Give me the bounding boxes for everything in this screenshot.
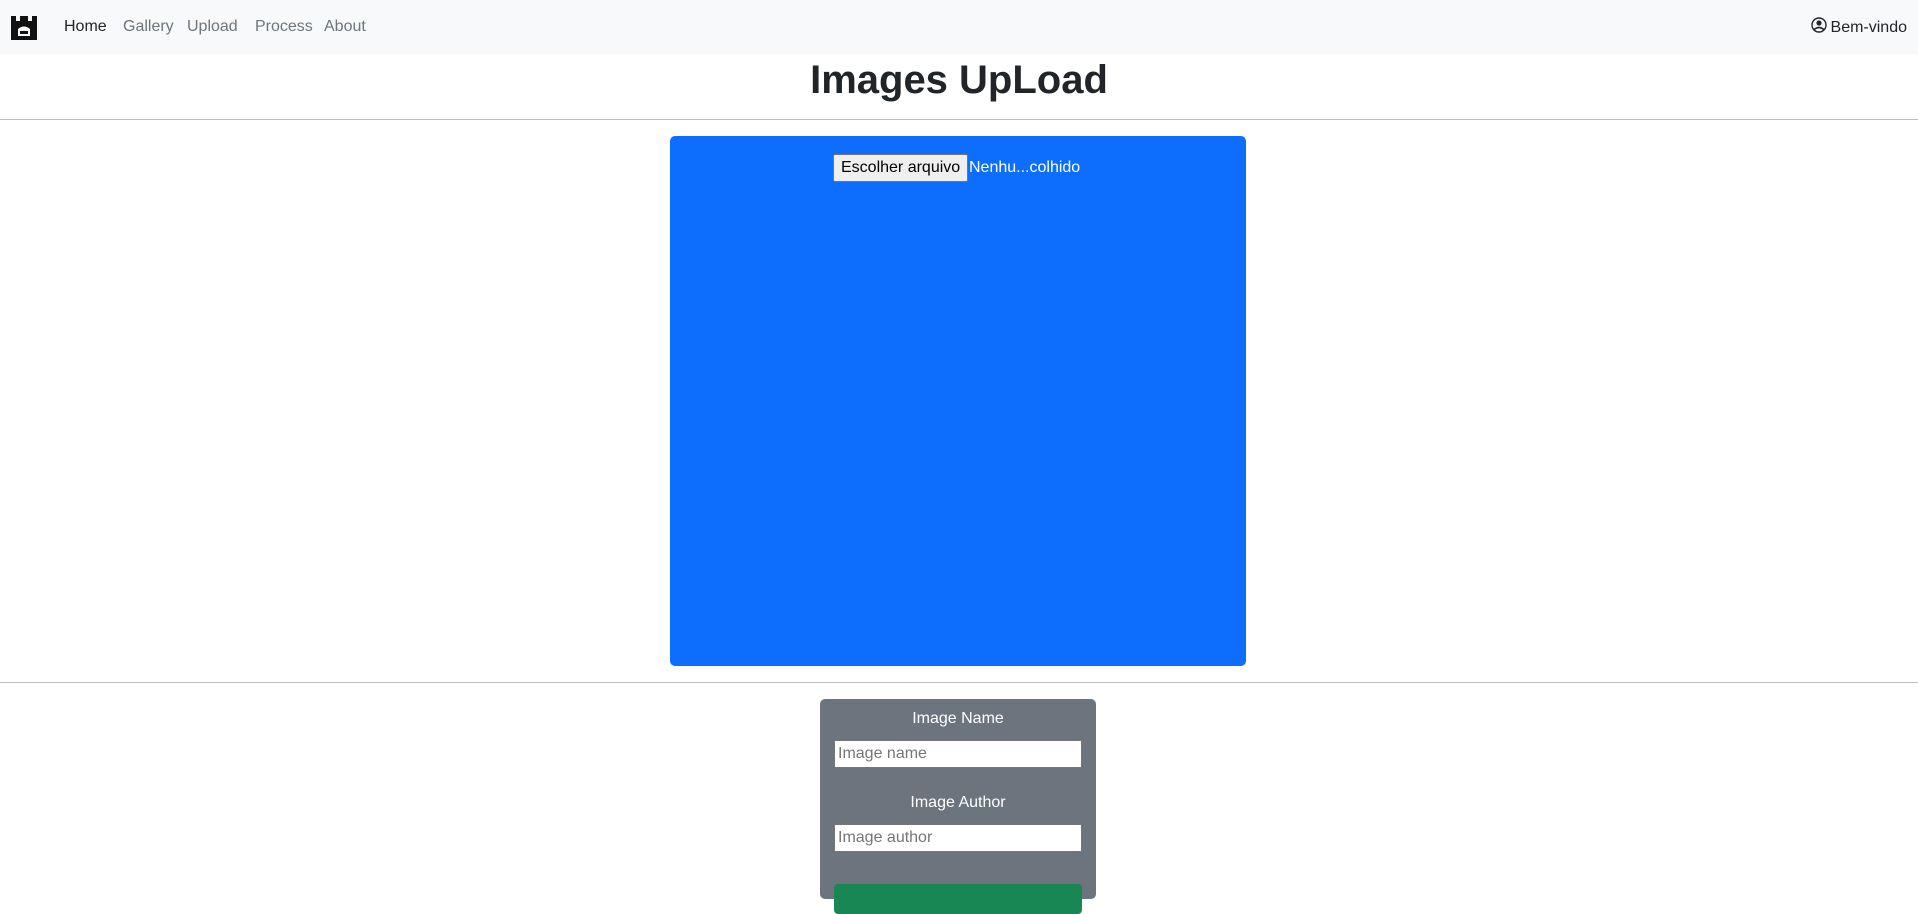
page-title: Images UpLoad	[810, 58, 1108, 102]
divider-bottom	[0, 682, 1918, 683]
person-circle-icon	[1810, 17, 1827, 39]
user-greeting: Bem-vindo	[1830, 19, 1907, 36]
user-menu[interactable]: Bem-vindo	[1810, 17, 1907, 39]
navbar: Home Gallery Upload Process About Bem-vi…	[0, 0, 1918, 54]
choose-file-button[interactable]: Escolher arquivo	[833, 154, 969, 182]
divider-top	[0, 119, 1918, 120]
nav-process[interactable]: Process	[255, 17, 313, 37]
image-name-label: Image Name	[912, 710, 1004, 727]
nav-home[interactable]: Home	[64, 17, 107, 37]
image-name-input[interactable]	[834, 740, 1082, 768]
image-author-input[interactable]	[834, 824, 1082, 852]
submit-button[interactable]	[834, 884, 1082, 914]
nav-upload[interactable]: Upload	[187, 17, 238, 37]
nav-about[interactable]: About	[324, 17, 366, 37]
castle-logo-icon[interactable]	[9, 12, 39, 42]
file-status-text: Nenhu...colhido	[969, 159, 1081, 176]
image-details-form: Image Name Image Author	[820, 699, 1096, 914]
nav-gallery[interactable]: Gallery	[123, 17, 174, 37]
upload-dropzone[interactable]: Escolher arquivo Nenhu...colhido	[670, 136, 1246, 666]
image-author-label: Image Author	[910, 794, 1006, 811]
